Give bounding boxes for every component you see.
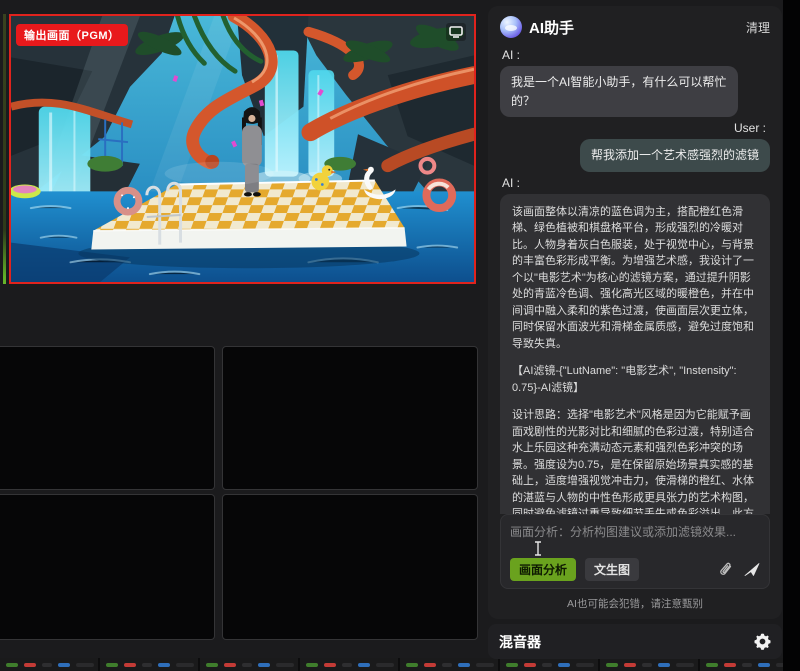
chat-composer: 画面分析 文生图 (500, 514, 770, 589)
mixer-title: 混音器 (499, 632, 541, 652)
ai-analysis-message: 该画面整体以清凉的蓝色调为主，搭配橙红色滑梯、绿色植被和棋盘格平台，形成强烈的冷… (500, 194, 770, 514)
user-message: 帮我添加一个艺术感强烈的滤镜 (580, 139, 770, 172)
chat-input[interactable] (510, 523, 760, 549)
user-role-label: User : (502, 121, 766, 135)
source-slot-4[interactable] (222, 494, 478, 640)
mixer-channel-strip[interactable] (0, 658, 800, 671)
mixer-settings-gear-icon[interactable] (754, 633, 771, 650)
ai-role-label: AI : (502, 48, 770, 62)
attachment-paperclip-icon[interactable] (719, 562, 734, 578)
audio-level-meter (3, 14, 6, 284)
fullscreen-monitor-icon[interactable] (446, 23, 466, 41)
window-edge (783, 0, 800, 671)
channel-group[interactable] (0, 658, 100, 671)
panel-title: AI助手 (529, 17, 574, 38)
mixer-bar: 混音器 (488, 624, 782, 659)
pgm-output-badge: 输出画面（PGM） (16, 24, 128, 46)
ai-assistant-panel: AI助手 清理 AI : 我是一个AI智能小助手，有什么可以帮忙的？ User … (488, 6, 782, 619)
text-cursor (533, 541, 543, 561)
ai-assistant-icon (500, 16, 522, 38)
channel-group[interactable] (300, 658, 400, 671)
chat-header: AI助手 清理 (500, 16, 770, 38)
channel-group[interactable] (400, 658, 500, 671)
source-slot-1[interactable] (0, 346, 215, 490)
channel-group[interactable] (600, 658, 700, 671)
app-window: 输出画面（PGM） AI助手 清理 AI : 我是一个AI智能小助手 (0, 0, 800, 671)
send-icon[interactable] (744, 562, 760, 577)
channel-group[interactable] (100, 658, 200, 671)
analysis-paragraph: 该画面整体以清凉的蓝色调为主，搭配橙红色滑梯、绿色植被和棋盘格平台，形成强烈的冷… (512, 204, 758, 353)
waterpark-scene-image (11, 16, 474, 282)
analysis-paragraph: 设计思路：选择"电影艺术"风格是因为它能赋予画面戏剧性的光影对比和细腻的色彩过渡… (512, 407, 758, 514)
ai-role-label: AI : (502, 176, 770, 190)
filter-command-line: 【AI滤镜-{"LutName": "电影艺术", "Instensity": … (512, 363, 758, 396)
channel-group[interactable] (500, 658, 600, 671)
ai-greeting-message: 我是一个AI智能小助手，有什么可以帮忙的？ (500, 66, 738, 117)
channel-group[interactable] (200, 658, 300, 671)
pgm-video-preview[interactable]: 输出画面（PGM） (9, 14, 476, 284)
source-slot-3[interactable] (0, 494, 215, 640)
text-to-image-button[interactable]: 文生图 (585, 558, 639, 581)
scene-analysis-button[interactable]: 画面分析 (510, 558, 576, 581)
chat-message-list: AI : 我是一个AI智能小助手，有什么可以帮忙的？ User : 帮我添加一个… (500, 44, 770, 514)
source-slot-2[interactable] (222, 346, 478, 490)
ai-disclaimer-text: AI也可能会犯错，请注意甄别 (500, 596, 770, 611)
clear-chat-button[interactable]: 清理 (746, 19, 770, 36)
